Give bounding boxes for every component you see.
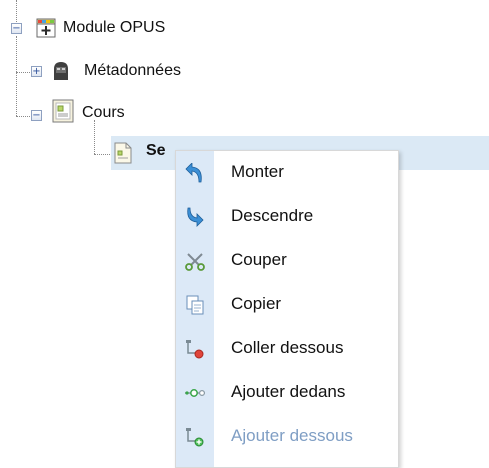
menu-item-label: Copier <box>231 294 282 313</box>
menu-item-label: Couper <box>231 250 287 269</box>
move-down-icon <box>185 207 205 227</box>
menu-item-copier[interactable]: Copier <box>176 283 398 327</box>
menu-item-ajouter-dessous[interactable]: Ajouter dessous <box>176 415 398 459</box>
tree-node-label: Se <box>146 142 166 159</box>
tree-node-label: Cours <box>82 104 125 121</box>
menu-item-label: Coller dessous <box>231 338 344 357</box>
menu-item-label: Descendre <box>231 206 314 225</box>
menu-item-label: Ajouter dessous <box>231 426 353 445</box>
course-icon <box>52 99 74 123</box>
menu-item-monter[interactable]: Monter <box>176 151 398 195</box>
menu-item-label: Ajouter dedans <box>231 382 346 401</box>
paste-below-icon <box>185 339 205 359</box>
menu-item-coller-dessous[interactable]: Coller dessous <box>176 327 398 371</box>
collapse-toggle[interactable]: − <box>11 23 22 34</box>
menu-item-descendre[interactable]: Descendre <box>176 195 398 239</box>
expand-toggle[interactable]: + <box>31 66 42 77</box>
add-below-icon <box>185 427 205 447</box>
add-inside-icon <box>185 383 206 403</box>
menu-item-label: Monter <box>231 162 284 181</box>
menu-item-ajouter-dedans[interactable]: Ajouter dedans <box>176 371 398 415</box>
tree-line <box>16 116 30 117</box>
collapse-toggle[interactable]: − <box>31 110 42 121</box>
tree-node-label: Module OPUS <box>63 19 166 36</box>
tree-line <box>94 120 95 154</box>
tree-line <box>16 72 30 73</box>
tree-node-label: Métadonnées <box>84 62 181 79</box>
tree-line <box>94 154 112 155</box>
copy-icon <box>185 295 205 315</box>
menu-item-couper[interactable]: Couper <box>176 239 398 283</box>
tree-line <box>16 0 17 22</box>
tree-line <box>16 36 17 116</box>
context-menu: Monter Descendre Couper Copier Coller de… <box>175 150 399 468</box>
scissors-icon <box>185 251 205 271</box>
section-icon <box>114 142 132 164</box>
module-icon <box>36 18 56 38</box>
metadata-icon <box>51 61 71 81</box>
move-up-icon <box>185 162 205 183</box>
